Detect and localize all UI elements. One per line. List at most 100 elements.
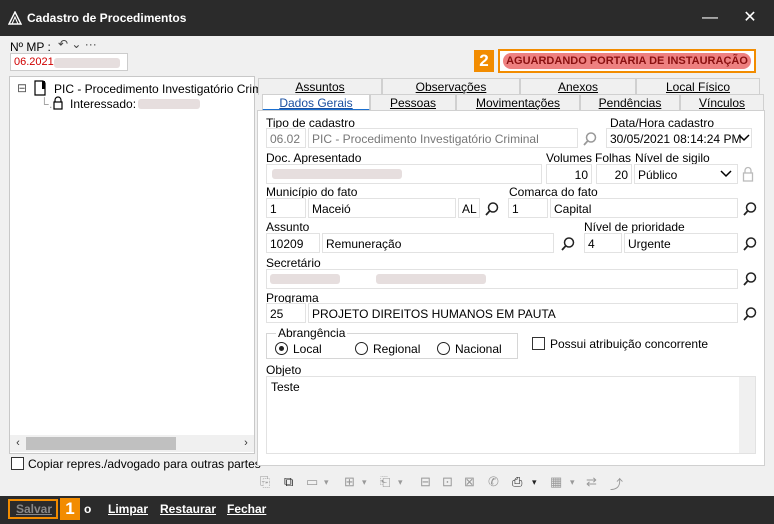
radio-regional-label: Regional [373,342,421,356]
phone-icon[interactable]: ✆ [488,474,499,490]
window-title: Cadastro de Procedimentos [27,11,187,25]
comarca-code-field[interactable]: 1 [508,198,548,218]
search-icon[interactable] [742,236,758,252]
objeto-vertical-scrollbar[interactable] [739,377,755,453]
save-button[interactable]: Salvar [8,499,58,519]
municipio-code-field[interactable]: 1 [266,198,306,218]
tab-pendencias[interactable]: Pendências [580,94,680,111]
tipo-cadastro-code-field[interactable]: 06.02 [266,128,306,148]
abrangencia-label: Abrangência [276,326,348,340]
search-icon[interactable] [742,306,758,322]
tree-collapse-icon[interactable]: ⊟ [17,81,27,95]
add-document-icon[interactable]: ⎘ [260,474,270,490]
radio-nacional-label: Nacional [455,342,502,356]
chevron-down-icon[interactable] [738,134,750,142]
search-icon[interactable] [484,201,500,217]
clear-button[interactable]: Limpar [108,502,148,516]
copy-icon[interactable]: ⧉ [284,474,293,490]
chevron-down-icon[interactable]: ▾ [362,477,367,488]
scroll-right-icon[interactable]: › [238,435,254,452]
assunto-field[interactable]: Remuneração [322,233,554,253]
copy-representative-checkbox[interactable] [11,457,24,470]
data-hora-field[interactable]: 30/05/2021 08:14:24 PM [606,128,752,148]
folder-icon[interactable]: ▭ [306,474,318,490]
radio-nacional[interactable] [437,342,450,355]
restore-button[interactable]: Restaurar [160,502,216,516]
scroll-thumb[interactable] [26,437,176,450]
attach-icon[interactable]: ⎗ [380,474,390,490]
chevron-down-icon[interactable] [720,170,732,178]
comarca-field[interactable]: Capital [550,198,738,218]
calendar-icon[interactable]: ▦ [550,474,562,490]
objeto-textarea[interactable]: Teste [266,376,756,454]
scroll-left-icon[interactable]: ‹ [10,435,26,452]
undo-history-icon[interactable]: ↶ ⌄ ··· [58,37,97,51]
procedure-tree[interactable]: ⊟ PIC - Procedimento Investigatório Crim… [9,76,265,454]
programa-code-field[interactable]: 25 [266,303,306,323]
secretario-label: Secretário [266,256,321,270]
sigilo-label: Nível de sigilo [635,151,710,165]
export-icon[interactable]: ⤴ [610,474,623,493]
app-logo-icon [8,11,22,25]
radio-regional[interactable] [355,342,368,355]
tab-assuntos[interactable]: Assuntos [258,78,382,95]
mp-label: Nº MP : [10,40,51,54]
tab-observacoes[interactable]: Observações [382,78,520,95]
hierarchy-icon[interactable]: ⊞ [344,474,355,490]
open-folder-icon[interactable]: ⊡ [442,474,453,490]
partial-button-label[interactable]: o [84,502,91,516]
lock-icon[interactable] [742,166,754,182]
municipio-label: Município do fato [266,185,358,199]
concorrente-label: Possui atribuição concorrente [550,337,709,351]
chevron-down-icon[interactable]: ▾ [324,477,329,488]
tab-vinculos[interactable]: Vínculos [680,94,764,111]
actions-toolbar: ⎘ ⧉ ▭ ▾ ⊞ ▾ ⎗ ▾ ⊟ ⊡ ⊠ ✆ ⎙ ▾ ▦ ▾ ⇄ ⤴ [258,472,638,492]
tree-root-label[interactable]: PIC - Procedimento Investigatório Crimi [54,82,265,96]
step-badge-1: 1 [60,498,80,520]
search-icon[interactable] [560,236,576,252]
chevron-down-icon[interactable]: ▾ [532,477,537,488]
archive-icon[interactable]: ⊟ [420,474,431,490]
close-form-button[interactable]: Fechar [227,502,266,516]
programa-field[interactable]: PROJETO DIREITOS HUMANOS EM PAUTA [308,303,738,323]
volumes-field[interactable]: 10 [546,164,592,184]
prioridade-field[interactable]: Urgente [624,233,738,253]
search-icon[interactable] [742,201,758,217]
tab-dados-gerais[interactable]: Dados Gerais [262,94,370,111]
redacted-text [54,58,120,68]
close-button[interactable]: ✕ [735,6,765,30]
title-bar: Cadastro de Procedimentos — ✕ [0,0,774,36]
status-badge: AGUARDANDO PORTARIA DE INSTAURAÇÃO [503,53,751,69]
print-icon[interactable]: ⎙ [512,474,522,490]
tab-pessoas[interactable]: Pessoas [370,94,456,111]
tree-child-label[interactable]: Interessado: [70,97,136,111]
municipio-uf-field[interactable]: AL [458,198,480,218]
prioridade-label: Nível de prioridade [584,220,685,234]
tab-movimentacoes[interactable]: Movimentações [456,94,580,111]
prioridade-code-field[interactable]: 4 [584,233,622,253]
save-button-label: Salvar [16,502,53,516]
tab-local-fisico[interactable]: Local Físico [636,78,760,95]
concorrente-checkbox[interactable] [532,337,545,350]
tipo-cadastro-field[interactable]: PIC - Procedimento Investigatório Crimin… [308,128,578,148]
volumes-label: Volumes [546,151,593,165]
stack-icon[interactable]: ⊠ [464,474,475,490]
copy-representative-label: Copiar repres./advogado para outras part… [28,457,261,471]
search-icon[interactable] [582,131,598,147]
tree-horizontal-scrollbar[interactable]: ‹ › [10,435,254,452]
minimize-button[interactable]: — [695,6,725,30]
municipio-field[interactable]: Maceió [308,198,456,218]
transfer-icon[interactable]: ⇄ [586,474,597,490]
assunto-label: Assunto [266,220,310,234]
search-icon[interactable] [742,271,758,287]
step-badge-2: 2 [474,50,494,72]
radio-local-label: Local [293,342,322,356]
folhas-label: Folhas [595,151,632,165]
radio-local[interactable] [275,342,288,355]
tab-anexos[interactable]: Anexos [520,78,636,95]
assunto-code-field[interactable]: 10209 [266,233,320,253]
redacted-text [270,274,340,284]
chevron-down-icon[interactable]: ▾ [398,477,403,488]
chevron-down-icon[interactable]: ▾ [570,477,575,488]
folhas-field[interactable]: 20 [596,164,632,184]
